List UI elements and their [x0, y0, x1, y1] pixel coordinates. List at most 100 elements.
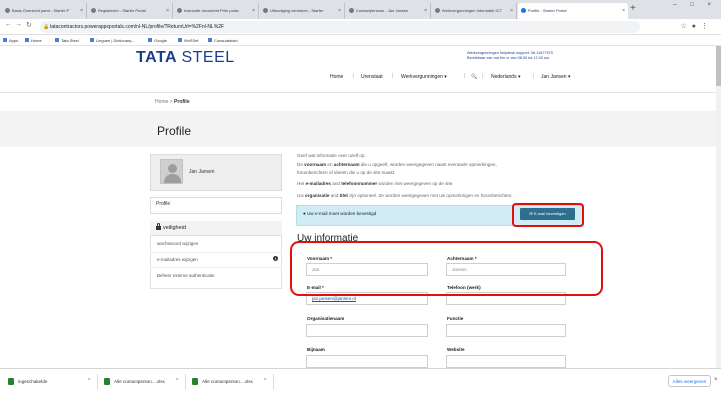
helpdesk-hours: Bereikbaar van ma t/m vr van 08.00 tot 1…	[467, 56, 550, 60]
url-text: tatacontractors.powerappsportals.com/nl-…	[50, 24, 225, 30]
file-icon	[8, 378, 14, 385]
nav-werkvergunningen[interactable]: Werkvergunningen ▾	[401, 74, 447, 80]
nav-language[interactable]: Nederlands ▾	[491, 74, 520, 80]
website-field[interactable]	[446, 355, 566, 368]
back-arrow-icon[interactable]: ←	[5, 21, 12, 28]
external-auth-link[interactable]: Beheer externe authenticatie	[157, 273, 215, 278]
info-icon: i	[273, 256, 278, 261]
bijnaam-field[interactable]	[306, 355, 428, 368]
tab-close-icon[interactable]: ×	[80, 3, 83, 19]
lock-icon: 🔒	[43, 24, 50, 30]
tab-favicon-icon	[177, 8, 182, 13]
browser-tab[interactable]: Uitnodiging versturen - Starter ×	[260, 3, 345, 19]
intro-bold: titel	[339, 193, 348, 198]
bookmark-item[interactable]: Linguee | Dictionary...	[90, 35, 134, 46]
bookmark-label: Google	[154, 38, 167, 43]
functie-label: Functie	[447, 316, 464, 321]
change-email-link[interactable]: e-mailadres wijzigen	[157, 257, 198, 262]
nav-separator: |	[464, 73, 466, 79]
alert-text: Uw e-mail moet worden bevestigd	[307, 211, 377, 216]
bookmark-item[interactable]: Consudebalo	[208, 35, 238, 46]
nav-user-menu[interactable]: Jan Jansen ▾	[541, 74, 570, 80]
bookmark-icon	[208, 38, 212, 42]
download-item[interactable]: Alle contactperson....xlsx	[202, 379, 253, 384]
browser-tab[interactable]: Basis Overzicht pand - Starter P ×	[2, 3, 87, 19]
user-name: Jan Jansen	[189, 169, 215, 175]
nav-urenstaat[interactable]: Urenstaat	[361, 74, 383, 80]
tab-close-icon[interactable]: ×	[252, 3, 255, 19]
tab-favicon-icon	[263, 8, 268, 13]
bookmark-label: Linguee | Dictionary...	[96, 38, 135, 43]
highlight-ring	[290, 241, 603, 296]
security-heading: veiligheid	[163, 225, 186, 231]
functie-field[interactable]	[446, 324, 566, 337]
download-item[interactable]: Alle contactperson....xlsx	[114, 379, 165, 384]
profile-nav-label[interactable]: Profile	[156, 201, 170, 207]
tab-label: Registreren - Starter Portal	[98, 8, 146, 13]
nav-separator: |	[353, 73, 355, 79]
new-tab-button[interactable]: +	[630, 3, 636, 15]
browser-tab[interactable]: Contactpersoon - Jan Jansen ×	[346, 3, 431, 19]
nav-home[interactable]: Home	[330, 74, 343, 80]
reload-icon[interactable]: ↻	[26, 21, 32, 29]
list-divider	[150, 267, 282, 268]
bookmark-icon	[178, 38, 182, 42]
tab-favicon-icon	[435, 8, 440, 13]
browser-tab[interactable]: Werkvergunningen Informatie ICT ×	[432, 3, 517, 19]
tab-favicon-icon	[91, 8, 96, 13]
tab-label: Basis Overzicht pand - Starter P	[12, 8, 70, 13]
tab-close-icon[interactable]: ×	[166, 3, 169, 19]
file-icon	[192, 378, 198, 385]
bookmark-label: Home	[31, 38, 42, 43]
intro-text: Uw organisatie and titel zijn optioneel.…	[297, 193, 513, 198]
browser-toolbar-icons[interactable]: ☆●⋮	[680, 22, 713, 30]
website-label: Website	[447, 347, 465, 352]
bookmark-item[interactable]: WvSSet	[178, 35, 198, 46]
bookmark-icon	[90, 38, 94, 42]
forward-arrow-icon[interactable]: →	[15, 21, 22, 28]
change-password-link[interactable]: wachtwoord wijzigen	[157, 241, 198, 246]
organisatie-field[interactable]	[306, 324, 428, 337]
url-input[interactable]: 🔒 tatacontractors.powerappsportals.com/n…	[40, 21, 640, 33]
browser-tab[interactable]: Registreren - Starter Portal ×	[88, 3, 173, 19]
intro-fragment: worden niet weergegeven op de site.	[377, 181, 454, 186]
scrollbar-thumb[interactable]	[716, 46, 721, 86]
intro-bold: organisatie	[304, 193, 330, 198]
intro-text: Het e-mailadres and telefoonnummer worde…	[297, 181, 454, 186]
breadcrumb-separator: >	[169, 99, 173, 105]
bookmark-item[interactable]: Home	[25, 35, 42, 46]
nav-separator: |	[533, 73, 535, 79]
intro-fragment: en	[326, 162, 334, 167]
intro-fragment: zijn optioneel. Ze worden weergegeven me…	[347, 193, 513, 198]
show-all-downloads-button[interactable]: Alles weergeven	[668, 375, 711, 387]
breadcrumb-current: Profile	[174, 99, 190, 105]
close-icon[interactable]: ×	[714, 377, 718, 383]
tab-label: Contactpersoon - Jan Jansen	[356, 8, 409, 13]
nav-search-icon[interactable]: 🔍	[471, 74, 477, 80]
browser-tab-active[interactable]: Profile - Starter Portal ×	[518, 3, 628, 19]
bookmark-item[interactable]: Google	[148, 35, 167, 46]
bookmark-label: Apps	[9, 38, 19, 43]
tab-label: Profile - Starter Portal	[528, 8, 567, 13]
bookmark-item[interactable]: Apps	[3, 35, 18, 46]
tab-close-icon[interactable]: ×	[510, 3, 513, 19]
chevron-up-icon[interactable]: ^	[88, 378, 90, 384]
vertical-scrollbar[interactable]	[716, 46, 721, 368]
tab-favicon-icon	[349, 8, 354, 13]
bookmark-label: WvSSet	[184, 38, 199, 43]
tata-steel-logo[interactable]: TATA STEEL	[136, 49, 235, 67]
lock-icon	[156, 223, 161, 230]
window-controls[interactable]: – □ ×	[673, 2, 717, 8]
address-bar-row: ← → ↻ 🔒 tatacontractors.powerappsportals…	[0, 19, 721, 35]
chevron-up-icon[interactable]: ^	[264, 378, 266, 384]
download-item[interactable]: ingeschakelde	[18, 379, 47, 384]
tab-close-icon[interactable]: ×	[338, 3, 341, 19]
breadcrumb-home[interactable]: Home	[155, 99, 168, 105]
tab-close-icon[interactable]: ×	[424, 3, 427, 19]
chevron-up-icon[interactable]: ^	[176, 378, 178, 384]
browser-tab[interactable]: Instructie document Prim porta ×	[174, 3, 259, 19]
logo-sub-text: STEEL	[181, 49, 235, 66]
intro-bold: achternaam	[333, 162, 360, 167]
bookmark-item[interactable]: Tata Steel	[55, 35, 79, 46]
tab-close-icon[interactable]: ×	[622, 3, 625, 19]
